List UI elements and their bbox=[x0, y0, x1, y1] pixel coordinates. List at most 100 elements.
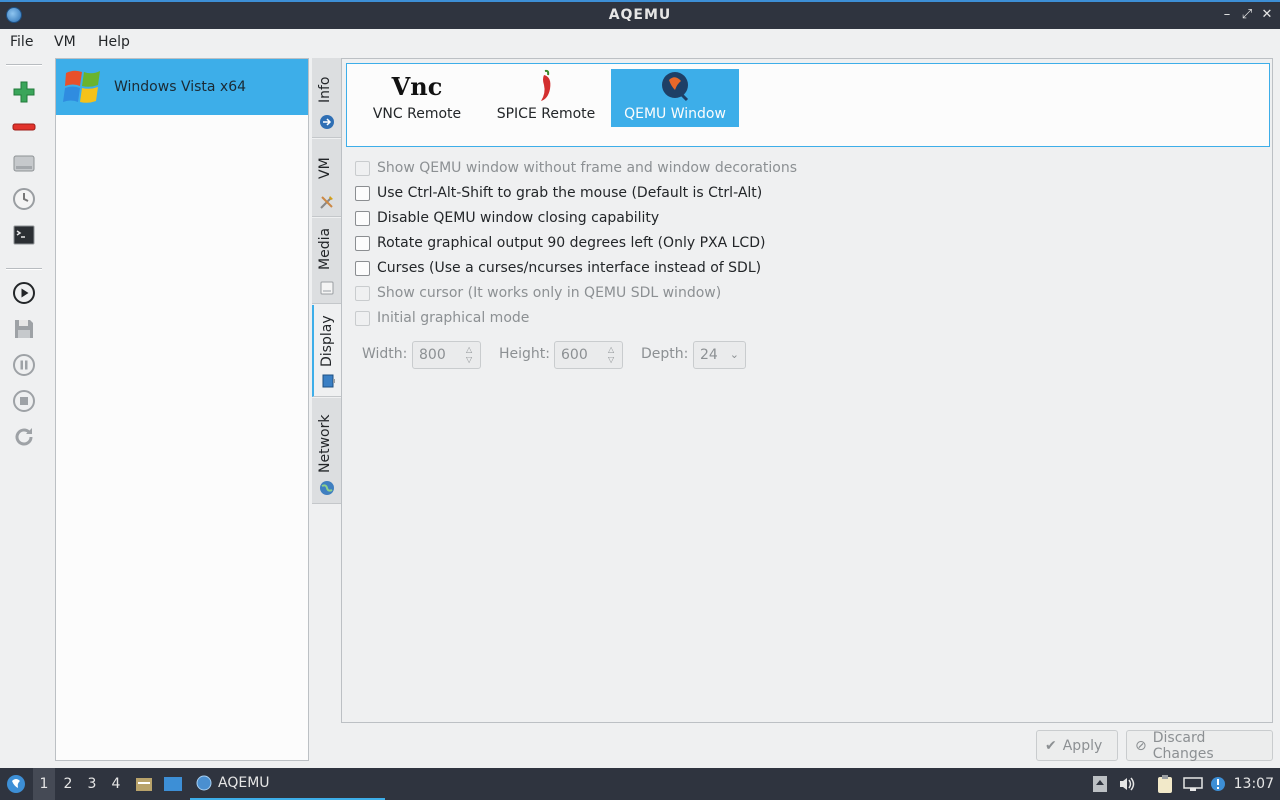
checkbox[interactable] bbox=[355, 260, 370, 276]
remove-vm-button[interactable] bbox=[10, 113, 38, 141]
display-settings-panel: Vnc VNC Remote SPICE Remote QEMU Window … bbox=[341, 58, 1273, 723]
width-spinbox[interactable]: 800 △ ▽ bbox=[412, 341, 481, 369]
spice-pepper-icon bbox=[541, 69, 551, 101]
updates-tray-button[interactable] bbox=[1209, 768, 1227, 800]
option-show-cursor[interactable]: Show cursor (It works only in QEMU SDL w… bbox=[355, 283, 721, 303]
menu-file[interactable]: File bbox=[10, 34, 33, 50]
menu-vm[interactable]: VM bbox=[54, 34, 76, 50]
window-title: AQEMU bbox=[608, 7, 672, 23]
checkbox[interactable] bbox=[355, 285, 370, 301]
volume-button[interactable] bbox=[1117, 768, 1137, 800]
maximize-button[interactable]: ⤢ bbox=[1238, 6, 1256, 24]
task-label: AQEMU bbox=[218, 775, 270, 791]
option-curses[interactable]: Curses (Use a curses/ncurses interface i… bbox=[355, 258, 761, 278]
hard-disk-icon bbox=[13, 155, 35, 172]
viewer-vnc-remote[interactable]: Vnc VNC Remote bbox=[353, 69, 481, 127]
clipboard-icon bbox=[1158, 775, 1172, 793]
tab-info[interactable]: Info bbox=[312, 58, 342, 138]
info-icon bbox=[320, 115, 334, 129]
pause-icon bbox=[13, 354, 35, 376]
tray-eject-button[interactable] bbox=[1091, 768, 1109, 800]
add-vm-button[interactable] bbox=[10, 78, 38, 106]
tab-network[interactable]: Network bbox=[312, 398, 342, 504]
check-icon: ✔ bbox=[1045, 737, 1057, 754]
checkbox[interactable] bbox=[355, 210, 370, 226]
viewer-label: VNC Remote bbox=[372, 106, 462, 122]
discard-changes-button[interactable]: ⊘ Discard Changes bbox=[1126, 730, 1273, 762]
depth-label: Depth: bbox=[641, 346, 689, 362]
desktop-4-button[interactable]: 4 bbox=[105, 768, 127, 800]
checkbox-label: Show cursor (It works only in QEMU SDL w… bbox=[377, 285, 722, 301]
desktop-2-button[interactable]: 2 bbox=[57, 768, 79, 800]
vnc-logo-icon: Vnc bbox=[391, 71, 443, 101]
option-no-frame[interactable]: Show QEMU window without frame and windo… bbox=[355, 158, 797, 178]
viewer-selector: Vnc VNC Remote SPICE Remote QEMU Window bbox=[346, 63, 1270, 147]
checkbox[interactable] bbox=[355, 160, 370, 176]
height-label: Height: bbox=[499, 346, 550, 362]
apply-button[interactable]: ✔ Apply bbox=[1036, 730, 1118, 761]
pause-vm-button[interactable] bbox=[10, 351, 38, 379]
clock: 13:07 bbox=[1233, 776, 1274, 792]
cancel-icon: ⊘ bbox=[1135, 737, 1147, 754]
menu-help[interactable]: Help bbox=[98, 34, 130, 50]
spin-arrows-icon[interactable]: △ ▽ bbox=[466, 345, 476, 365]
option-ctrl-alt-shift-grab[interactable]: Use Ctrl-Alt-Shift to grab the mouse (De… bbox=[355, 183, 762, 203]
spin-arrows-icon[interactable]: △ ▽ bbox=[608, 345, 618, 365]
checkbox-label: Initial graphical mode bbox=[377, 310, 530, 326]
depth-select[interactable]: 24 ⌄ bbox=[693, 341, 746, 369]
terminal-button[interactable] bbox=[10, 221, 38, 249]
stop-vm-button[interactable] bbox=[10, 387, 38, 415]
tab-label: VM bbox=[317, 157, 333, 179]
clock-icon bbox=[13, 188, 35, 210]
checkbox[interactable] bbox=[355, 185, 370, 201]
volume-icon bbox=[1120, 777, 1135, 791]
tab-label: Media bbox=[317, 227, 333, 270]
start-vm-button[interactable] bbox=[10, 279, 38, 307]
save-vm-button[interactable] bbox=[10, 315, 38, 343]
vm-name: Windows Vista x64 bbox=[114, 79, 247, 95]
option-initial-graphical-mode[interactable]: Initial graphical mode bbox=[355, 308, 529, 328]
globe-icon bbox=[320, 481, 334, 495]
play-icon bbox=[13, 282, 35, 304]
close-button[interactable]: ✕ bbox=[1258, 6, 1276, 24]
checkbox-label: Rotate graphical output 90 degrees left … bbox=[377, 235, 766, 251]
checkbox[interactable] bbox=[355, 310, 370, 326]
tab-media[interactable]: Media bbox=[312, 218, 342, 304]
height-spinbox[interactable]: 600 △ ▽ bbox=[554, 341, 623, 369]
tab-label: Display bbox=[319, 315, 335, 367]
tab-vm[interactable]: VM bbox=[312, 139, 342, 217]
task-aqemu[interactable]: AQEMU bbox=[190, 768, 385, 800]
notification-icon bbox=[1211, 777, 1225, 791]
checkbox-label: Disable QEMU window closing capability bbox=[377, 210, 660, 226]
desktop-1-button[interactable]: 1 bbox=[33, 768, 55, 800]
hard-disk-button[interactable] bbox=[10, 149, 38, 177]
file-manager-launcher[interactable] bbox=[134, 768, 154, 800]
snapshot-clock-button[interactable] bbox=[10, 185, 38, 213]
taskbar: 1 2 3 4 AQEMU 13:07 bbox=[0, 768, 1280, 800]
reload-vm-button[interactable] bbox=[10, 423, 38, 451]
chevron-down-icon: ⌄ bbox=[729, 348, 739, 361]
vm-list: Windows Vista x64 bbox=[55, 58, 309, 761]
show-desktop-button[interactable] bbox=[162, 768, 184, 800]
toolbar-separator bbox=[6, 268, 42, 270]
tab-display[interactable]: Display bbox=[312, 305, 342, 397]
minimize-button[interactable]: – bbox=[1218, 6, 1236, 24]
start-menu-button[interactable] bbox=[4, 768, 28, 800]
tab-label: Info bbox=[317, 76, 333, 104]
desktop-3-button[interactable]: 3 bbox=[81, 768, 103, 800]
option-disable-closing[interactable]: Disable QEMU window closing capability bbox=[355, 208, 659, 228]
width-value: 800 bbox=[419, 347, 446, 363]
clipboard-button[interactable] bbox=[1155, 768, 1175, 800]
network-tray-button[interactable] bbox=[1182, 768, 1204, 800]
checkbox-label: Show QEMU window without frame and windo… bbox=[377, 160, 798, 176]
viewer-spice-remote[interactable]: SPICE Remote bbox=[482, 69, 610, 127]
tools-icon bbox=[320, 196, 333, 209]
option-rotate-output[interactable]: Rotate graphical output 90 degrees left … bbox=[355, 233, 765, 253]
menu-bar: File VM Help bbox=[0, 29, 1280, 57]
vm-list-item[interactable]: Windows Vista x64 bbox=[56, 59, 308, 115]
display-icon bbox=[322, 374, 335, 388]
viewer-qemu-window[interactable]: QEMU Window bbox=[611, 69, 739, 127]
start-menu-icon bbox=[7, 775, 25, 793]
checkbox[interactable] bbox=[355, 235, 370, 251]
title-bar: AQEMU – ⤢ ✕ bbox=[0, 0, 1280, 29]
